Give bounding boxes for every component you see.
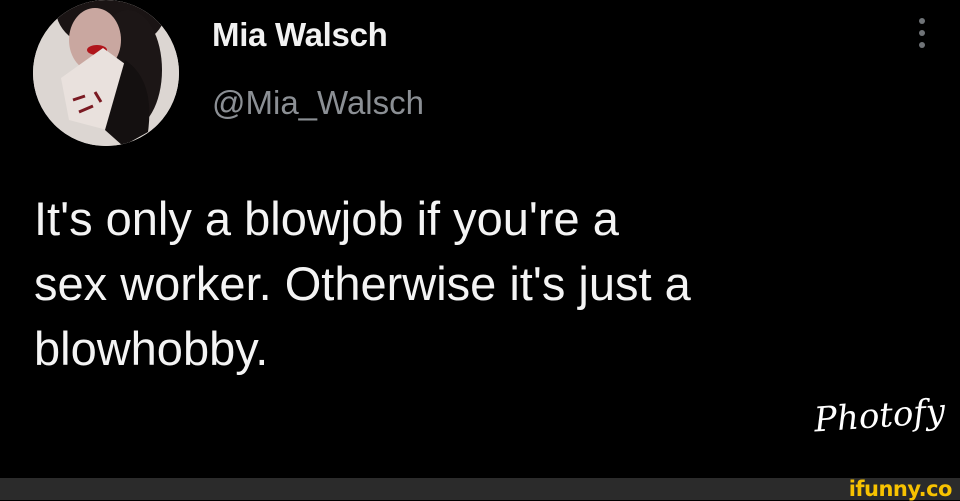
- tweet-text-line: blowhobby.: [34, 322, 269, 375]
- tweet-text-line: It's only a blowjob if you're a: [34, 192, 619, 245]
- photofy-watermark: Photofy: [812, 391, 947, 441]
- user-handle[interactable]: @Mia_Walsch: [212, 84, 424, 122]
- dot: [919, 18, 925, 24]
- profile-photo-icon: [33, 0, 179, 146]
- avatar[interactable]: [33, 0, 179, 146]
- more-vertical-icon[interactable]: [910, 18, 934, 58]
- dot: [919, 42, 925, 48]
- tweet-card: Mia Walsch @Mia_Walsch It's only a blowj…: [0, 0, 960, 478]
- ifunny-logo[interactable]: ifunny.co: [849, 478, 953, 500]
- dot: [919, 30, 925, 36]
- display-name[interactable]: Mia Walsch: [212, 16, 388, 54]
- tweet-text-line: sex worker. Otherwise it's just a: [34, 257, 691, 310]
- footer-bar: ifunny.co: [0, 478, 960, 500]
- tweet-text: It's only a blowjob if you're a sex work…: [34, 186, 914, 381]
